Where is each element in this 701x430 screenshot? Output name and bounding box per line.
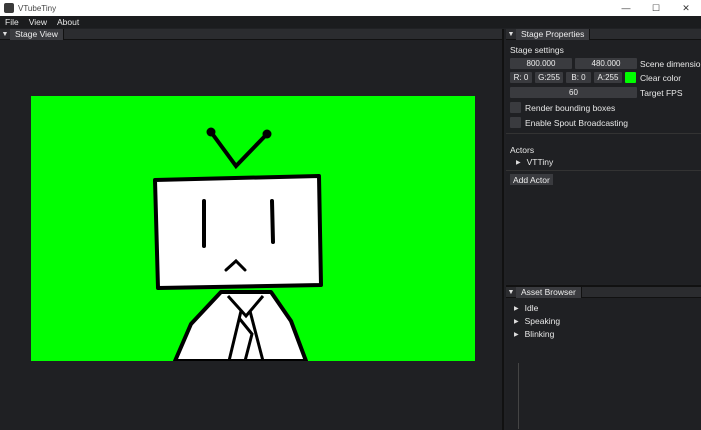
expand-arrow-icon: ▶ (514, 305, 519, 312)
stage-settings-label: Stage settings (510, 45, 564, 55)
target-fps-input[interactable]: 60 (510, 87, 637, 98)
vttiny-character (153, 127, 323, 361)
stage-canvas[interactable] (31, 96, 475, 361)
collapse-triangle-icon[interactable]: ▼ (0, 31, 10, 38)
asset-browser-panel: ▼ Asset Browser ▶ Idle ▶ Speaking ▶ Blin… (506, 285, 701, 430)
clear-color-g-input[interactable]: G:255 (535, 72, 563, 83)
tree-guide-line (518, 363, 519, 429)
collapse-triangle-icon[interactable]: ▼ (506, 289, 516, 296)
asset-name: Speaking (524, 316, 561, 326)
clear-color-swatch[interactable] (625, 72, 636, 83)
clear-color-a-input[interactable]: A:255 (594, 72, 622, 83)
spout-broadcasting-label: Enable Spout Broadcasting (525, 118, 629, 128)
window-controls: — ☐ ✕ (611, 0, 701, 16)
tab-stage-view[interactable]: Stage View (10, 28, 64, 40)
stage-view-panel: ▼ Stage View (0, 28, 504, 430)
minimize-button[interactable]: — (611, 0, 641, 16)
asset-name: Blinking (524, 329, 555, 339)
tab-stage-properties[interactable]: Stage Properties (516, 28, 591, 40)
close-button[interactable]: ✕ (671, 0, 701, 16)
menu-view[interactable]: View (24, 17, 52, 27)
scene-width-input[interactable]: 800.000 (510, 58, 572, 69)
expand-arrow-icon: ▶ (514, 318, 519, 325)
collapse-triangle-icon[interactable]: ▼ (506, 31, 516, 38)
actor-item-vttiny[interactable]: ▶ VTTiny (516, 157, 553, 167)
expand-arrow-icon: ▶ (516, 159, 521, 166)
maximize-button[interactable]: ☐ (641, 0, 671, 16)
expand-arrow-icon: ▶ (514, 331, 519, 338)
divider (506, 133, 701, 134)
actors-label: Actors (510, 145, 535, 155)
clear-color-label: Clear color (640, 73, 682, 83)
stage-properties-header: ▼ Stage Properties (506, 28, 701, 40)
scene-dimensions-label: Scene dimensio (640, 59, 701, 69)
divider (506, 170, 701, 171)
clear-color-b-input[interactable]: B: 0 (566, 72, 591, 83)
asset-item-speaking[interactable]: ▶ Speaking (514, 316, 560, 326)
add-actor-button[interactable]: Add Actor (510, 174, 553, 185)
app-icon (4, 3, 14, 13)
asset-name: Idle (524, 303, 539, 313)
clear-color-r-input[interactable]: R: 0 (510, 72, 532, 83)
asset-item-idle[interactable]: ▶ Idle (514, 303, 538, 313)
asset-browser-header: ▼ Asset Browser (506, 286, 701, 298)
render-bounding-boxes-label: Render bounding boxes (525, 103, 616, 113)
menu-bar: File View About (0, 16, 701, 28)
actor-name: VTTiny (526, 157, 554, 167)
render-bounding-boxes-checkbox[interactable] (510, 102, 521, 113)
menu-file[interactable]: File (0, 17, 24, 27)
window-titlebar: VTubeTiny — ☐ ✕ (0, 0, 701, 16)
stage-properties-panel: ▼ Stage Properties Stage settings 800.00… (506, 28, 701, 284)
menu-about[interactable]: About (52, 17, 84, 27)
stage-view-header: ▼ Stage View (0, 28, 502, 40)
target-fps-label: Target FPS (640, 88, 683, 98)
window-title: VTubeTiny (18, 3, 57, 13)
tab-asset-browser[interactable]: Asset Browser (516, 286, 582, 298)
scene-height-input[interactable]: 480.000 (575, 58, 637, 69)
spout-broadcasting-checkbox[interactable] (510, 117, 521, 128)
asset-item-blinking[interactable]: ▶ Blinking (514, 329, 554, 339)
